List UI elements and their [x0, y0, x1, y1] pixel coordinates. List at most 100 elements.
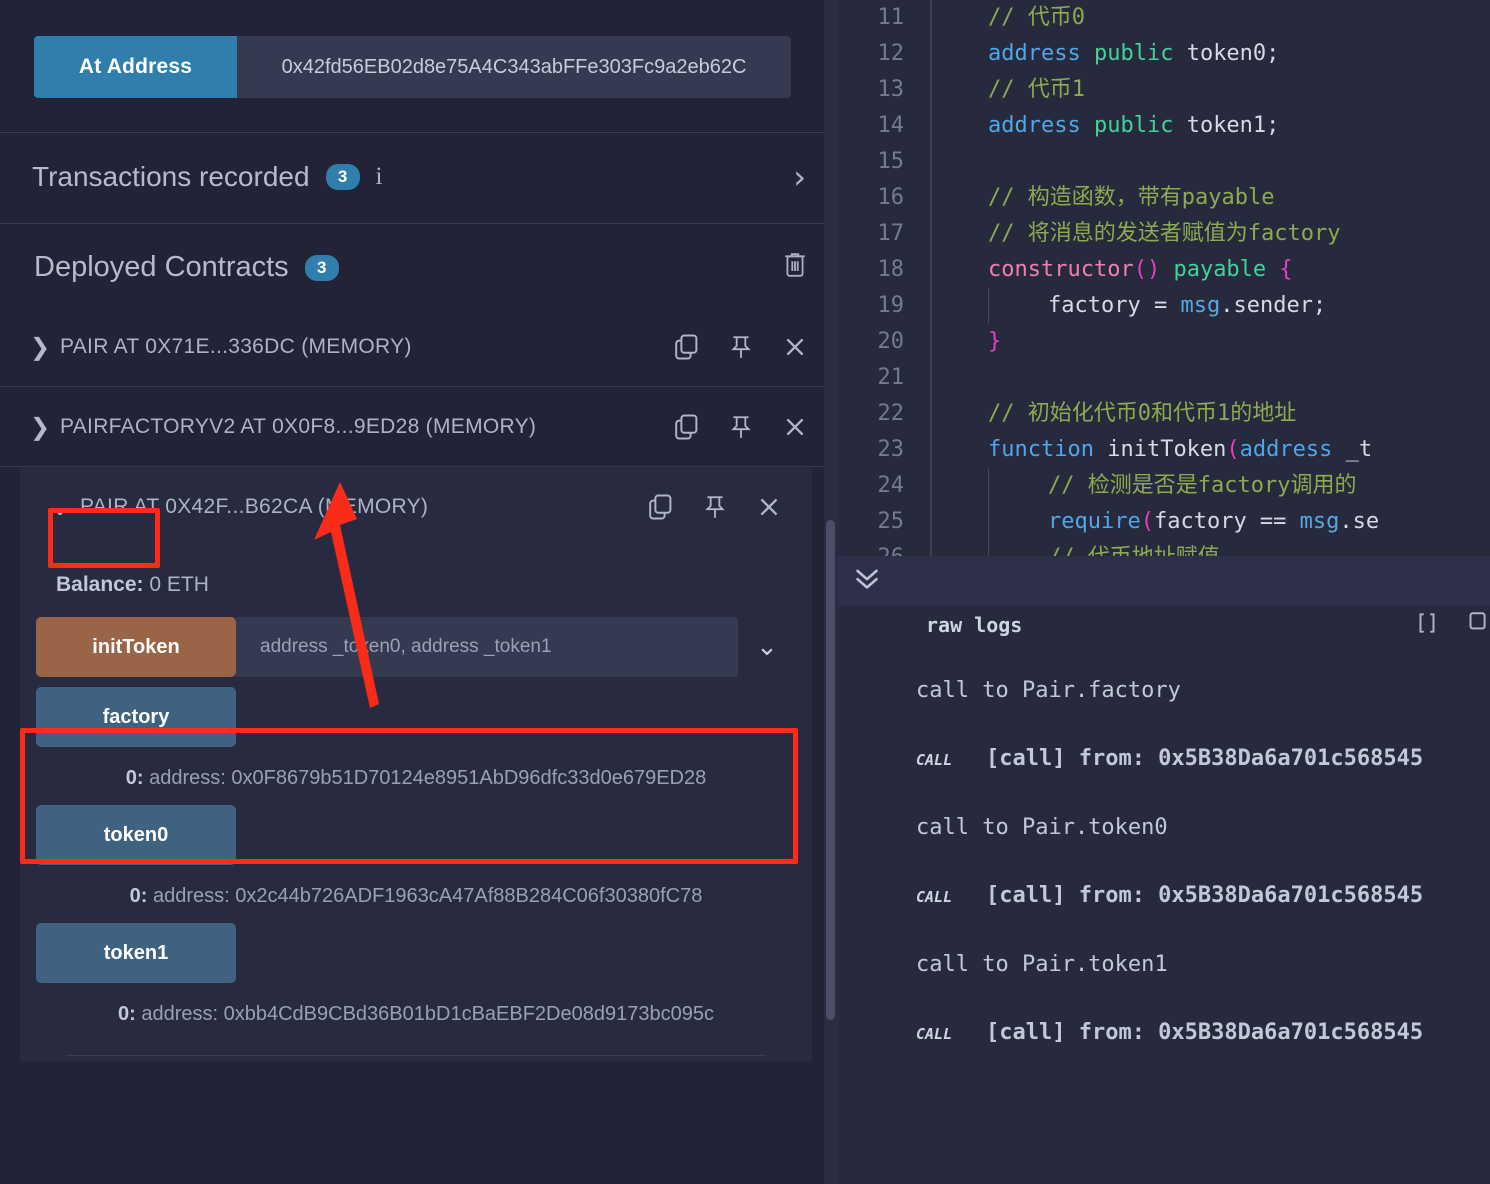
contract-row-actions — [672, 332, 808, 362]
contract-balance: Balance: 0 ETH — [20, 547, 812, 617]
close-icon[interactable] — [782, 413, 808, 441]
transactions-count-badge: 3 — [325, 164, 360, 190]
code-token: address — [1239, 437, 1333, 462]
left-panel-scrollbar-track[interactable] — [824, 0, 838, 1184]
function-button-factory[interactable]: factory — [36, 687, 236, 747]
close-icon[interactable] — [782, 333, 808, 361]
chevron-down-icon[interactable]: ⌄ — [50, 493, 80, 521]
line-number: 11 — [877, 5, 905, 30]
info-icon[interactable]: i — [376, 163, 383, 191]
line-number: 24 — [877, 473, 905, 498]
code-token: token1; — [1173, 113, 1280, 138]
terminal-header: raw logs — [838, 606, 1490, 640]
code-line: 23 function initToken(address _t — [838, 432, 1490, 468]
chevron-double-down-icon[interactable] — [852, 565, 882, 598]
line-number: 25 — [877, 509, 905, 534]
line-number: 23 — [877, 437, 905, 462]
line-number: 15 — [877, 149, 905, 174]
code-token: // 代币0 — [988, 5, 1085, 30]
terminal-lines: call to Pair.factory CALL [call] from: 0x5… — [838, 640, 1490, 1051]
terminal-header-icons — [1414, 611, 1490, 640]
result-value: address: 0x2c44b726ADF1963cA47Af88B284C0… — [153, 885, 703, 907]
deployed-contracts-count-badge: 3 — [304, 254, 339, 281]
call-badge: CALL — [916, 888, 953, 906]
code-token: // 代币地址赋值 — [1048, 545, 1220, 556]
at-address-group: At Address — [34, 36, 791, 98]
terminal-call-line[interactable]: CALL [call] from: 0x5B38Da6a701c568545 — [838, 1016, 1490, 1051]
copy-icon[interactable] — [646, 492, 674, 522]
function-button-inittoken[interactable]: initToken — [36, 617, 236, 677]
code-text: constructor() payable { — [932, 252, 1293, 288]
code-token: // 将消息的发送者赋值为factory — [988, 221, 1341, 246]
transactions-recorded-row[interactable]: Transactions recorded 3 i › — [0, 133, 838, 223]
code-token: .se — [1339, 509, 1380, 534]
function-result-token0: 0: address: 0x2c44b726ADF1963cA47Af88B28… — [36, 869, 796, 923]
result-index: 0: — [125, 767, 144, 789]
chevron-right-icon[interactable]: › — [793, 161, 806, 193]
deployed-contract-row[interactable]: ⌄ PAIR AT 0X42F...B62CA (MEMORY) — [20, 467, 812, 547]
contract-label: PAIR AT 0X42F...B62CA (MEMORY) — [80, 495, 429, 518]
chevron-right-icon[interactable]: ❯ — [30, 333, 60, 361]
function-button-token0[interactable]: token0 — [36, 805, 236, 865]
remix-ide-screen: At Address Transactions recorded 3 i › D… — [0, 0, 1490, 1184]
indent-guide — [988, 504, 989, 540]
function-input-inittoken[interactable] — [236, 617, 738, 677]
copy-icon[interactable] — [672, 332, 700, 362]
editor-collapse-bar — [838, 556, 1490, 606]
pin-icon[interactable] — [702, 492, 728, 522]
code-text: } — [932, 324, 1001, 360]
deployed-contract-row[interactable]: ❯ PAIR AT 0X71E...336DC (MEMORY) — [0, 307, 838, 387]
code-line: 22 // 初始化代币0和代币1的地址 — [838, 396, 1490, 432]
at-address-section: At Address — [0, 0, 838, 132]
result-value: address: 0xbb4CdB9CBd36B01bD1cBaEBF2De08… — [141, 1003, 714, 1025]
trash-icon[interactable] — [782, 250, 808, 285]
code-text: address public token0; — [932, 36, 1279, 72]
line-number: 19 — [877, 293, 905, 318]
brackets-icon[interactable] — [1414, 611, 1440, 640]
contract-label: PAIR AT 0X71E...336DC (MEMORY) — [60, 334, 412, 358]
indent-guide — [930, 360, 932, 396]
code-token: initToken — [1093, 437, 1227, 462]
close-icon[interactable] — [756, 493, 782, 521]
pin-icon[interactable] — [728, 332, 754, 362]
code-token: function — [988, 437, 1094, 462]
line-number: 26 — [838, 540, 930, 556]
line-number: 14 — [877, 113, 905, 138]
code-line: 16 // 构造函数，带有payable — [838, 180, 1490, 216]
code-text: require(factory == msg.se — [932, 504, 1379, 540]
chevron-down-icon[interactable]: ⌄ — [738, 617, 796, 677]
code-line: 18 constructor() payable { — [838, 252, 1490, 288]
code-line: 20} — [838, 324, 1490, 360]
call-text: [call] from: 0x5B38Da6a701c568545 — [986, 883, 1424, 908]
code-token: = — [1140, 293, 1181, 318]
code-token: constructor — [988, 257, 1134, 282]
code-token: .sender; — [1220, 293, 1327, 318]
function-result-factory: 0: address: 0x0F8679b51D70124e8951AbD96d… — [36, 751, 796, 805]
code-line: 25 require(factory == msg.se — [838, 504, 1490, 540]
terminal-call-line[interactable]: CALL [call] from: 0x5B38Da6a701c568545 — [838, 742, 1490, 777]
at-address-input[interactable] — [237, 36, 791, 98]
line-number: 16 — [877, 185, 905, 210]
chevron-right-icon[interactable]: ❯ — [30, 413, 60, 441]
function-button-token1[interactable]: token1 — [36, 923, 236, 983]
terminal-panel[interactable]: raw logs call to Pair.factory CALL [call] … — [838, 606, 1490, 1184]
code-text: // 代币地址赋值 — [932, 540, 1220, 556]
code-token: msg — [1299, 509, 1340, 534]
pin-icon[interactable] — [728, 412, 754, 442]
copy-icon[interactable] — [672, 412, 700, 442]
terminal-call-line[interactable]: CALL [call] from: 0x5B38Da6a701c568545 — [838, 879, 1490, 914]
line-number: 17 — [877, 221, 905, 246]
left-panel-scrollbar-thumb[interactable] — [826, 520, 835, 1020]
copy-icon[interactable] — [1464, 611, 1490, 640]
result-value: address: 0x0F8679b51D70124e8951AbD96dfc3… — [149, 767, 707, 789]
code-editor[interactable]: 11 // 代币0 12 address public token0; 13 // 代币1… — [838, 0, 1490, 556]
function-result-token1: 0: address: 0xbb4CdB9CBd36B01bD1cBaEBF2D… — [36, 987, 796, 1041]
deployed-contract-row[interactable]: ❯ PAIRFACTORYV2 AT 0X0F8...9ED28 (MEMORY… — [0, 387, 838, 467]
at-address-button[interactable]: At Address — [34, 36, 237, 98]
